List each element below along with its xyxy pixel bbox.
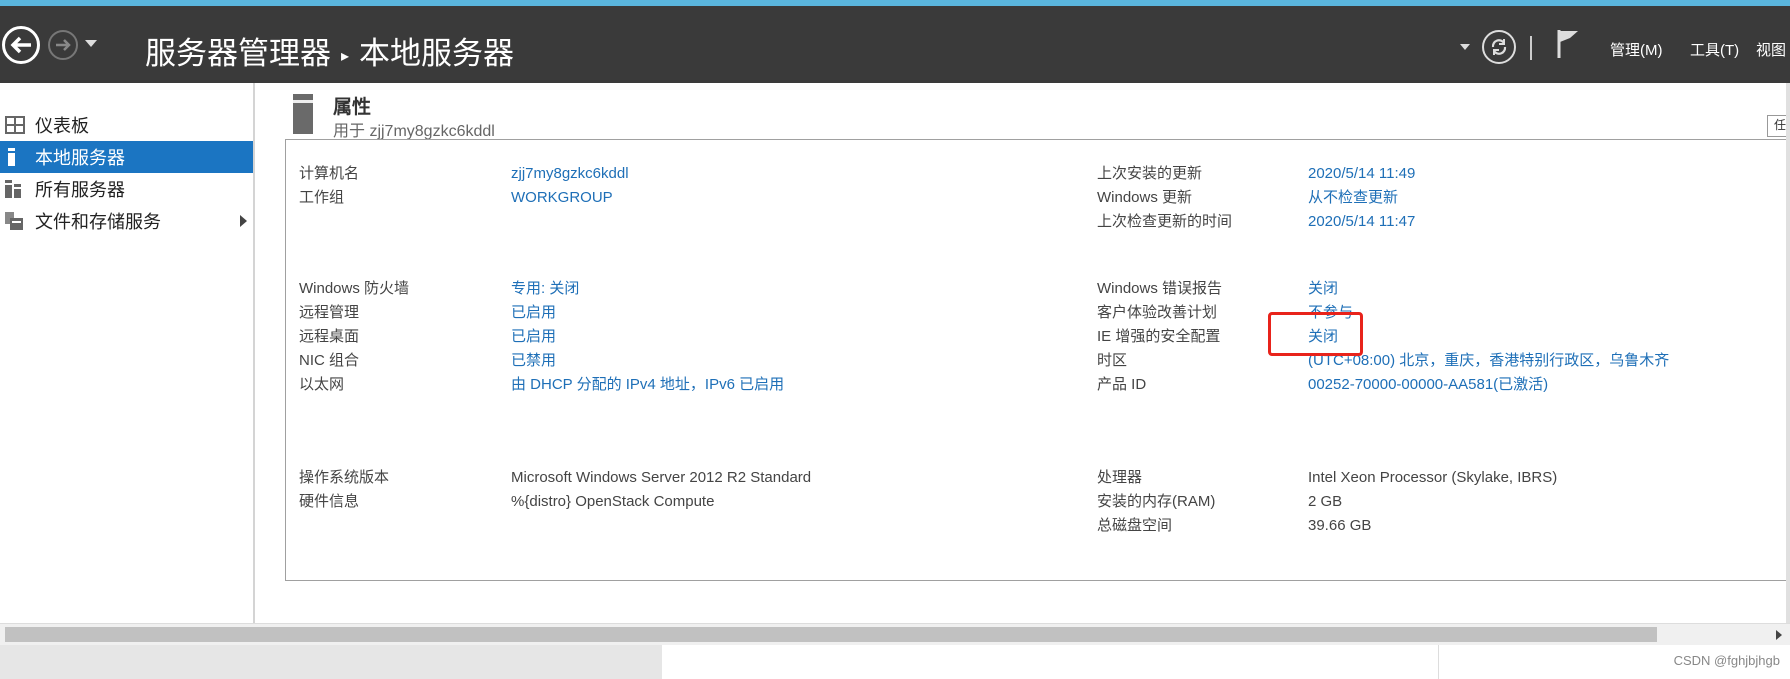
label-error-reporting: Windows 错误报告 bbox=[1097, 280, 1223, 297]
label-workgroup: 工作组 bbox=[299, 189, 345, 206]
refresh-button[interactable] bbox=[1482, 30, 1516, 64]
menu-view[interactable]: 视图 bbox=[1756, 39, 1786, 60]
title-bar: 服务器管理器 ▸ 本地服务器 管理(M) 工具(T) 视图 bbox=[0, 6, 1790, 83]
label-os-version: 操作系统版本 bbox=[299, 469, 390, 486]
dashboard-icon bbox=[5, 116, 25, 134]
value-nic-teaming[interactable]: 已禁用 bbox=[511, 351, 556, 371]
refresh-icon bbox=[1491, 39, 1507, 55]
right-edge-bar bbox=[1786, 83, 1790, 623]
label-remote-desktop: 远程桌面 bbox=[299, 328, 360, 345]
label-windows-update: Windows 更新 bbox=[1097, 189, 1193, 206]
value-last-checked-update[interactable]: 2020/5/14 11:47 bbox=[1308, 212, 1415, 232]
sidebar-item-dashboard[interactable]: 仪表板 bbox=[0, 109, 253, 141]
value-ethernet[interactable]: 由 DHCP 分配的 IPv4 地址，IPv6 已启用 bbox=[511, 375, 784, 395]
toolbar-divider bbox=[1530, 36, 1532, 60]
sidebar-item-all-servers[interactable]: 所有服务器 bbox=[0, 173, 253, 205]
forward-button[interactable] bbox=[48, 30, 78, 60]
value-computer-name[interactable]: zjj7my8gzkc6kddl bbox=[511, 164, 629, 184]
label-last-checked-update: 上次检查更新的时间 bbox=[1097, 213, 1233, 230]
sidebar-item-file-storage[interactable]: 文件和存储服务 bbox=[0, 205, 253, 237]
value-firewall[interactable]: 专用: 关闭 bbox=[511, 279, 579, 299]
sidebar-item-label: 本地服务器 bbox=[35, 148, 125, 168]
label-timezone: 时区 bbox=[1097, 352, 1128, 369]
label-ethernet: 以太网 bbox=[299, 376, 345, 393]
sidebar-item-label: 仪表板 bbox=[35, 116, 89, 136]
notifications-flag-icon[interactable] bbox=[1556, 28, 1580, 65]
label-ceip: 客户体验改善计划 bbox=[1097, 304, 1218, 321]
menu-manage[interactable]: 管理(M) bbox=[1610, 39, 1663, 60]
value-ram: 2 GB bbox=[1308, 493, 1343, 510]
label-computer-name: 计算机名 bbox=[299, 165, 360, 182]
value-hardware: %{distro} OpenStack Compute bbox=[511, 493, 715, 510]
bottom-left-panel bbox=[0, 645, 662, 679]
red-highlight-box bbox=[1268, 312, 1363, 356]
breadcrumb-separator-icon: ▸ bbox=[341, 47, 350, 65]
label-disk: 总磁盘空间 bbox=[1097, 517, 1173, 534]
chevron-right-icon[interactable] bbox=[240, 215, 247, 227]
value-windows-update[interactable]: 从不检查更新 bbox=[1308, 188, 1398, 208]
value-remote-management[interactable]: 已启用 bbox=[511, 303, 556, 323]
bottom-mid-panel bbox=[662, 645, 1439, 679]
label-nic-teaming: NIC 组合 bbox=[299, 352, 360, 369]
sidebar-item-local-server[interactable]: 本地服务器 bbox=[0, 141, 253, 173]
label-last-installed-update: 上次安装的更新 bbox=[1097, 165, 1203, 182]
horizontal-scrollbar[interactable] bbox=[0, 623, 1790, 646]
value-workgroup[interactable]: WORKGROUP bbox=[511, 188, 613, 208]
value-disk: 39.66 GB bbox=[1308, 517, 1372, 534]
scrollbar-thumb[interactable] bbox=[5, 627, 1657, 642]
sidebar: 仪表板 本地服务器 所有服务器 文件和存储服务 bbox=[0, 83, 255, 623]
label-product-id: 产品 ID bbox=[1097, 376, 1147, 393]
sidebar-item-label: 文件和存储服务 bbox=[35, 212, 161, 232]
menu-tools[interactable]: 工具(T) bbox=[1690, 39, 1739, 60]
back-button[interactable] bbox=[2, 26, 40, 64]
storage-icon bbox=[5, 212, 25, 230]
arrow-right-icon bbox=[56, 39, 71, 51]
label-remote-management: 远程管理 bbox=[299, 304, 360, 321]
properties-panel: 计算机名 工作组 Windows 防火墙 远程管理 远程桌面 NIC 组合 以太… bbox=[285, 139, 1790, 581]
label-ie-esc: IE 增强的安全配置 bbox=[1097, 328, 1221, 345]
value-error-reporting[interactable]: 关闭 bbox=[1308, 279, 1338, 299]
properties-title: 属性 bbox=[333, 97, 372, 118]
scroll-right-arrow-icon[interactable] bbox=[1776, 630, 1782, 640]
properties-server-icon bbox=[293, 94, 313, 134]
value-remote-desktop[interactable]: 已启用 bbox=[511, 327, 556, 347]
history-dropdown-icon[interactable] bbox=[85, 40, 97, 47]
watermark: CSDN @fghjbjhgb bbox=[1673, 653, 1780, 668]
value-product-id[interactable]: 00252-70000-00000-AA581(已激活) bbox=[1308, 375, 1548, 395]
server-icon bbox=[5, 148, 25, 166]
servers-icon bbox=[5, 180, 25, 198]
label-processor: 处理器 bbox=[1097, 469, 1143, 486]
breadcrumb-page: 本地服务器 bbox=[359, 36, 515, 71]
value-processor: Intel Xeon Processor (Skylake, IBRS) bbox=[1308, 469, 1558, 486]
breadcrumb-app[interactable]: 服务器管理器 bbox=[145, 36, 331, 71]
properties-subtitle: 用于 zjj7my8gzkc6kddl bbox=[333, 123, 495, 140]
label-hardware: 硬件信息 bbox=[299, 493, 360, 510]
arrow-left-icon bbox=[10, 36, 31, 54]
main-content: 属性 用于 zjj7my8gzkc6kddl 任 计算机名 工作组 Window… bbox=[255, 83, 1790, 623]
sidebar-item-label: 所有服务器 bbox=[35, 180, 125, 200]
value-os-version: Microsoft Windows Server 2012 R2 Standar… bbox=[511, 469, 812, 486]
bottom-area: CSDN @fghjbjhgb bbox=[0, 645, 1790, 679]
label-ram: 安装的内存(RAM) bbox=[1097, 493, 1216, 510]
dropdown-icon[interactable] bbox=[1460, 44, 1470, 50]
value-last-installed-update[interactable]: 2020/5/14 11:49 bbox=[1308, 164, 1415, 184]
breadcrumb: 服务器管理器 ▸ 本地服务器 bbox=[145, 28, 514, 73]
label-firewall: Windows 防火墙 bbox=[299, 280, 410, 297]
